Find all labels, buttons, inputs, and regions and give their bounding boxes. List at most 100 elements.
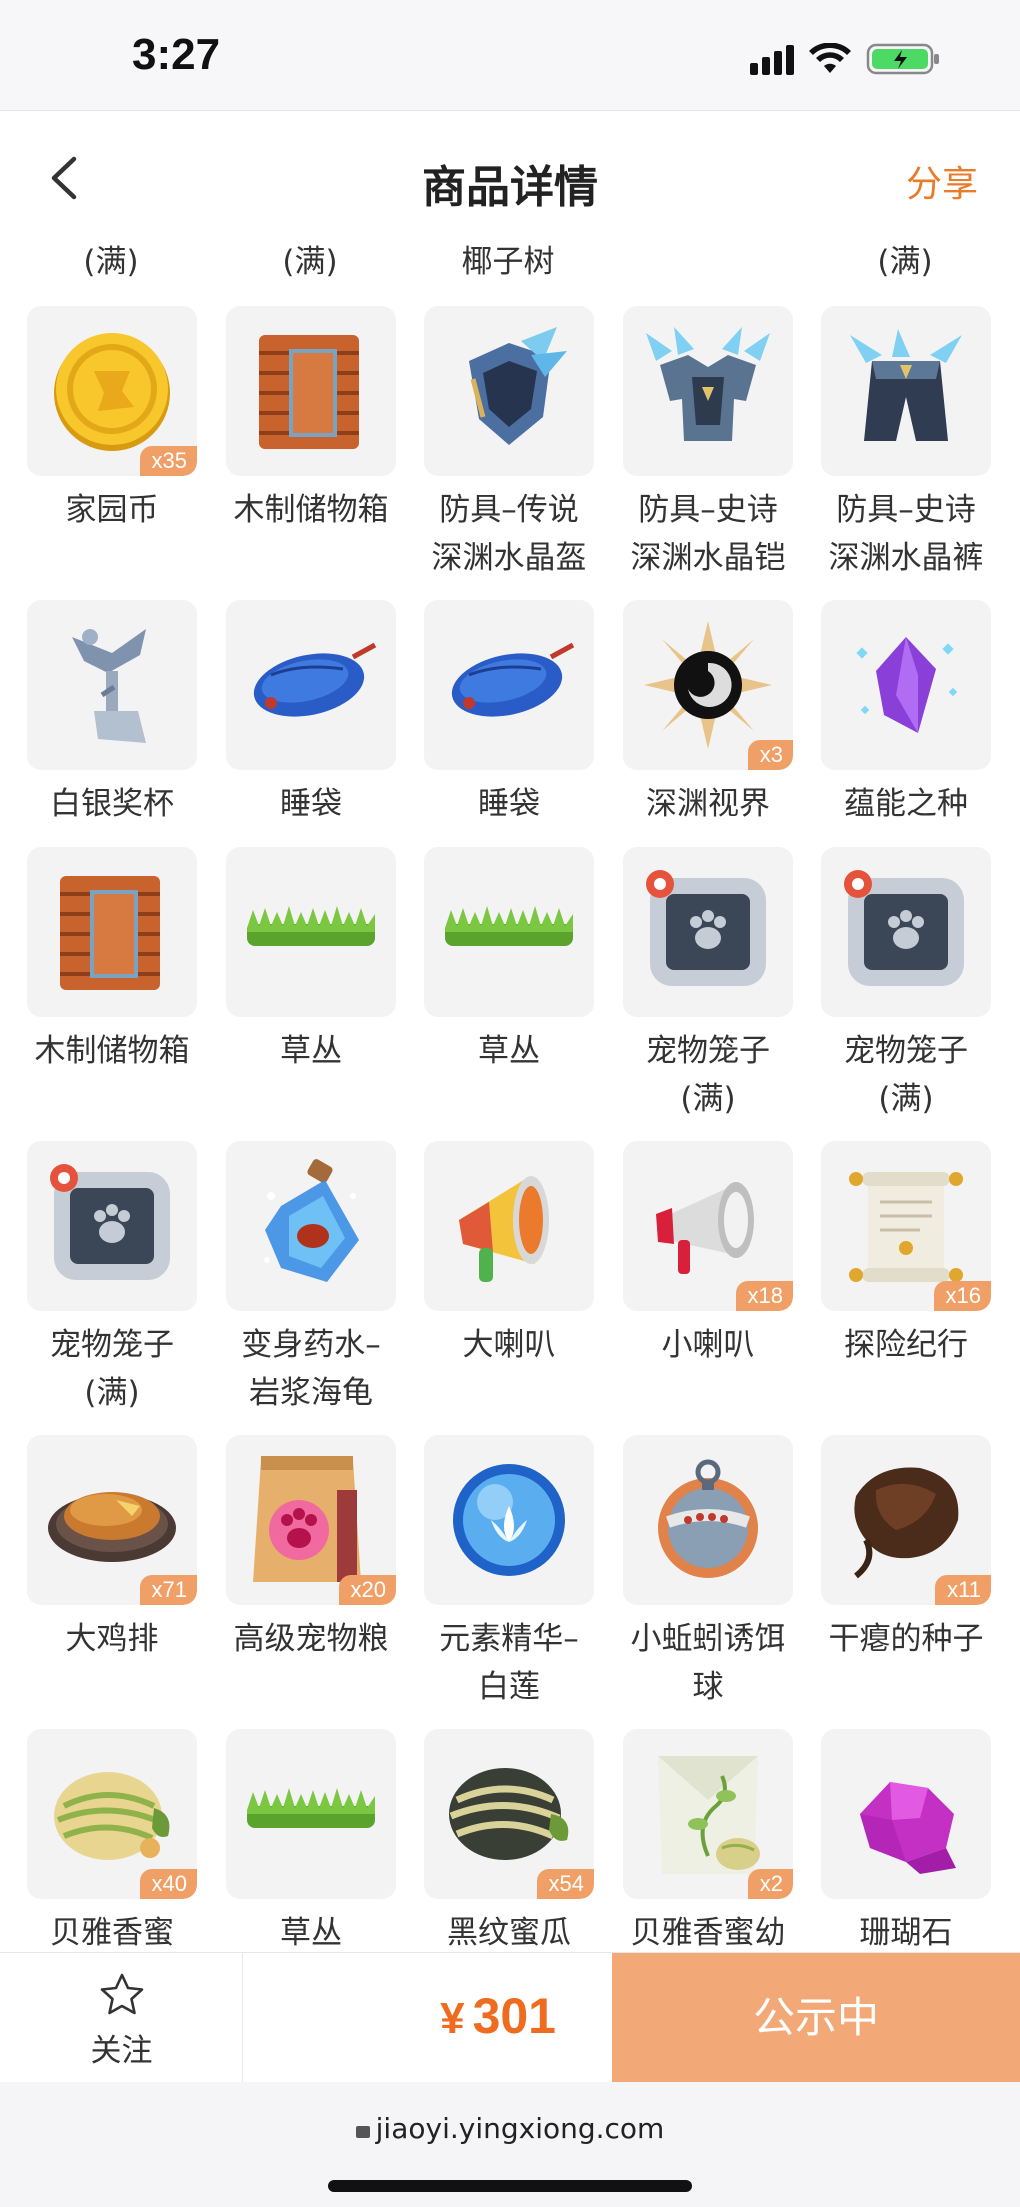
previous-row-labels: (满) (满) 椰子树 (满): [0, 236, 1020, 280]
item-name: 宠物笼子 (满): [646, 1033, 770, 1117]
item-thumbnail: [424, 1141, 594, 1311]
quantity-badge: x11: [935, 1575, 991, 1605]
crystal-armor-icon: [646, 327, 770, 441]
share-button[interactable]: 分享: [906, 155, 978, 207]
item-name: 家园币: [65, 492, 159, 528]
battery-charging-icon: [866, 42, 942, 76]
item-thumbnail: [821, 306, 991, 476]
public-notice-button[interactable]: 公示中: [612, 1953, 1020, 2083]
page-title: 商品详情: [422, 162, 598, 213]
item-name: 草丛: [280, 1915, 342, 1951]
item-thumbnail: x40: [27, 1729, 197, 1899]
item-name: 大喇叭: [462, 1327, 556, 1363]
item-name: 干瘪的种子: [828, 1621, 984, 1657]
quantity-badge: x40: [139, 1869, 197, 1899]
status-icons: [750, 42, 942, 76]
item-thumbnail: x2: [623, 1729, 793, 1899]
item-label: (满): [282, 244, 338, 280]
follow-button[interactable]: 关注: [0, 1953, 243, 2083]
item-thumbnail: [226, 847, 396, 1017]
item-name: 元素精华– 白莲: [439, 1621, 579, 1705]
item-name: 大鸡排: [65, 1621, 159, 1657]
melon-icon: [54, 1772, 170, 1860]
wooden-crate-icon: [259, 335, 359, 449]
dark-melon-icon: [449, 1768, 569, 1860]
item-name: 睡袋: [478, 786, 540, 822]
pet-cage-icon: [844, 870, 964, 986]
pet-cage-icon: [50, 1164, 170, 1280]
item-thumbnail: x20: [226, 1435, 396, 1605]
item-thumbnail: [27, 600, 197, 770]
dried-seed-icon: [854, 1467, 959, 1579]
item-thumbnail: [27, 847, 197, 1017]
crystal-pants-icon: [850, 329, 962, 441]
quantity-badge: x35: [139, 446, 197, 476]
crystal-helmet-icon: [469, 327, 567, 445]
item-thumbnail: [424, 600, 594, 770]
home-indicator: [328, 2180, 692, 2192]
item-thumbnail: [623, 847, 793, 1017]
item-thumbnail: x11: [821, 1435, 991, 1605]
item-thumbnail: x16: [821, 1141, 991, 1311]
item-thumbnail: [226, 306, 396, 476]
item-name: 宠物笼子 (满): [50, 1327, 174, 1411]
purple-crystal-icon: [856, 637, 958, 733]
item-thumbnail: x71: [27, 1435, 197, 1605]
item-name: 小喇叭: [661, 1327, 755, 1363]
item-name: 草丛: [478, 1033, 540, 1069]
status-bar: 3:27: [0, 0, 1020, 110]
quantity-badge: x16: [933, 1281, 991, 1311]
item-name: 小蚯蚓诱饵球: [630, 1621, 786, 1705]
star-icon: [100, 1973, 144, 2015]
lotus-orb-icon: [453, 1464, 565, 1576]
price: ¥301: [244, 1987, 612, 2045]
sleeping-bag-icon: [451, 642, 575, 717]
item-thumbnail: [226, 1729, 396, 1899]
item-name: 木制储物箱: [233, 492, 389, 528]
item-label: 椰子树: [461, 244, 555, 280]
small-megaphone-icon: [656, 1182, 754, 1274]
item-thumbnail: x35: [27, 306, 197, 476]
abyss-vortex-icon: [644, 621, 772, 749]
item-name: 珊瑚石: [859, 1915, 953, 1951]
item-thumbnail: [27, 1141, 197, 1311]
pet-food-bag-icon: [253, 1456, 361, 1582]
quantity-badge: x20: [338, 1575, 396, 1605]
item-label: (满): [83, 244, 139, 280]
quantity-badge: x3: [747, 740, 793, 770]
item-name: 探险纪行: [844, 1327, 968, 1363]
url-field[interactable]: jiaoyi.yingxiong.com: [0, 2112, 1020, 2145]
lock-icon: [355, 2126, 370, 2138]
quantity-badge: x18: [735, 1281, 793, 1311]
follow-label: 关注: [90, 2033, 153, 2069]
item-name: 贝雅香蜜: [50, 1915, 174, 1951]
item-thumbnail: x54: [424, 1729, 594, 1899]
wooden-crate-icon: [60, 876, 160, 990]
signal-icon: [750, 43, 794, 75]
grass-icon: [445, 906, 573, 946]
browser-url-bar: jiaoyi.yingxiong.com: [0, 2082, 1020, 2207]
item-name: 黑纹蜜瓜: [447, 1915, 571, 1951]
item-thumbnail: [424, 847, 594, 1017]
item-name: 变身药水– 岩浆海龟: [241, 1327, 381, 1411]
item-name: 防具–史诗 深渊水晶铠: [630, 492, 786, 576]
item-name: 贝雅香蜜幼: [630, 1915, 786, 1951]
currency-symbol: ¥: [440, 1994, 465, 2043]
item-name: 高级宠物粮: [233, 1621, 389, 1657]
item-thumbnail: x18: [623, 1141, 793, 1311]
url-text: jiaoyi.yingxiong.com: [375, 2112, 665, 2145]
item-thumbnail: [623, 306, 793, 476]
item-name: 白银奖杯: [50, 786, 174, 822]
nav-header: 商品详情 分享: [0, 110, 1020, 240]
item-thumbnail: [821, 847, 991, 1017]
item-name: 蕴能之种: [844, 786, 968, 822]
quantity-badge: x2: [747, 1869, 793, 1899]
item-name: 草丛: [280, 1033, 342, 1069]
item-thumbnail: [424, 306, 594, 476]
scroll-icon: [849, 1172, 963, 1282]
seed-packet-icon: [658, 1756, 760, 1874]
price-value: 301: [472, 1988, 556, 2044]
bait-ball-icon: [658, 1459, 758, 1578]
item-name: 宠物笼子 (满): [844, 1033, 968, 1117]
item-name: 睡袋: [280, 786, 342, 822]
